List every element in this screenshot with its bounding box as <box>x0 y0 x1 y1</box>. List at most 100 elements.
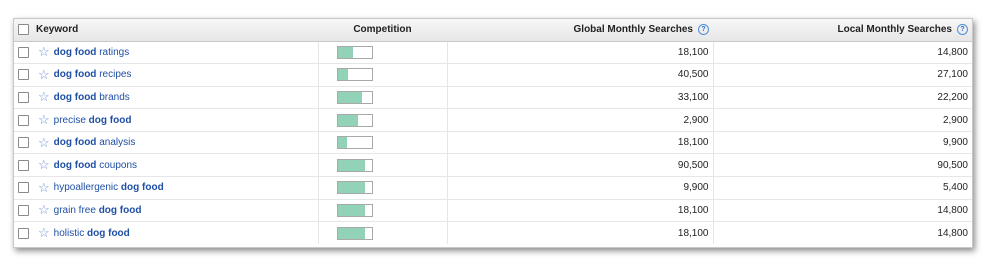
keyword-column-header[interactable]: Keyword <box>32 19 318 42</box>
table-header-row: Keyword Competition Global Monthly Searc… <box>14 19 972 42</box>
keyword-cell: ☆ hypoallergenic dog food <box>32 176 318 200</box>
row-checkbox[interactable] <box>17 137 29 149</box>
local-searches-value: 27,100 <box>713 63 972 87</box>
competition-bar <box>336 226 373 240</box>
keyword-link[interactable]: precise dog food <box>54 115 132 126</box>
competition-bar <box>336 45 373 59</box>
table-row: ☆ holistic dog food 18,100 14,800 <box>14 221 972 245</box>
keyword-link[interactable]: dog food coupons <box>54 160 137 171</box>
competition-cell <box>317 153 448 178</box>
table-row: ☆ dog food coupons 90,500 90,500 <box>14 153 972 178</box>
competition-bar-fill <box>337 137 347 149</box>
local-searches-value: 14,800 <box>937 227 968 239</box>
keyword-link[interactable]: hypoallergenic dog food <box>54 182 164 193</box>
global-searches-value: 33,100 <box>447 86 714 110</box>
keyword-link[interactable]: dog food brands <box>54 92 130 103</box>
keyword-highlight: dog food <box>53 69 97 81</box>
keyword-header-label: Keyword <box>36 24 79 36</box>
competition-column-header[interactable]: Competition <box>318 19 447 42</box>
keyword-text: hypoallergenic <box>53 182 121 194</box>
keyword-link[interactable]: dog food ratings <box>54 47 130 58</box>
row-checkbox[interactable] <box>17 182 29 194</box>
row-checkbox[interactable] <box>17 204 29 216</box>
local-searches-value: 22,200 <box>713 86 972 110</box>
competition-bar-fill <box>337 114 358 126</box>
keyword-text: analysis <box>96 137 136 149</box>
star-icon[interactable]: ☆ <box>38 203 50 216</box>
keyword-link[interactable]: holistic dog food <box>54 228 130 239</box>
row-checkbox[interactable] <box>17 69 29 81</box>
keyword-link[interactable]: dog food recipes <box>54 69 132 80</box>
global-searches-value: 18,100 <box>447 131 714 155</box>
select-all-cell <box>14 19 32 42</box>
competition-bar <box>336 68 373 82</box>
table-row: ☆ dog food analysis 18,100 9,900 <box>14 131 972 155</box>
competition-cell <box>317 108 448 132</box>
competition-bar-fill <box>337 182 366 194</box>
keyword-cell: ☆ holistic dog food <box>32 222 318 245</box>
row-checkbox-cell <box>14 41 32 65</box>
row-checkbox[interactable] <box>17 91 29 103</box>
keyword-cell: ☆ dog food recipes <box>32 63 318 87</box>
row-checkbox[interactable] <box>17 114 29 126</box>
keyword-highlight: dog food <box>120 182 164 194</box>
global-searches-value: 18,100 <box>447 221 714 245</box>
star-icon[interactable]: ☆ <box>38 158 50 171</box>
row-checkbox-cell <box>14 63 32 87</box>
select-all-checkbox[interactable] <box>17 24 29 36</box>
star-icon[interactable]: ☆ <box>38 68 50 81</box>
global-searches-value: 2,900 <box>447 108 714 132</box>
row-checkbox-cell <box>14 176 32 200</box>
row-checkbox-cell <box>14 131 32 155</box>
row-checkbox-cell <box>14 222 32 245</box>
help-icon[interactable]: ? <box>957 24 968 36</box>
local-searches-column-header[interactable]: Local Monthly Searches? <box>713 19 972 42</box>
global-header-label: Global Monthly Searches <box>573 24 693 36</box>
keyword-highlight: dog food <box>88 114 132 126</box>
global-searches-column-header[interactable]: Global Monthly Searches? <box>447 19 713 42</box>
star-icon[interactable]: ☆ <box>38 226 50 239</box>
row-checkbox-cell <box>14 153 32 178</box>
keyword-results-panel: Keyword Competition Global Monthly Searc… <box>13 18 973 248</box>
competition-cell <box>317 176 448 200</box>
competition-bar-fill <box>337 46 353 58</box>
row-checkbox[interactable] <box>17 159 29 171</box>
competition-bar <box>336 136 373 150</box>
competition-bar-fill <box>337 91 362 103</box>
keyword-cell: ☆ dog food ratings <box>32 41 318 65</box>
competition-bar <box>336 113 373 127</box>
row-checkbox-cell <box>14 86 32 110</box>
table-row: ☆ precise dog food 2,900 2,900 <box>14 108 972 132</box>
help-icon[interactable]: ? <box>698 24 709 36</box>
keyword-highlight: dog food <box>53 159 97 171</box>
competition-bar-fill <box>337 159 365 171</box>
star-icon[interactable]: ☆ <box>38 113 50 126</box>
local-searches-value: 5,400 <box>713 176 972 200</box>
star-icon[interactable]: ☆ <box>38 136 50 149</box>
keyword-link[interactable]: dog food analysis <box>54 137 136 148</box>
competition-cell <box>317 41 448 65</box>
competition-bar <box>336 158 373 172</box>
row-checkbox[interactable] <box>17 227 29 239</box>
row-checkbox[interactable] <box>17 46 29 58</box>
local-header-label: Local Monthly Searches <box>837 24 952 36</box>
row-checkbox-cell <box>14 199 32 223</box>
competition-bar <box>336 90 373 104</box>
star-icon[interactable]: ☆ <box>38 181 50 194</box>
table-row: ☆ dog food brands 33,100 22,200 <box>14 86 972 110</box>
star-icon[interactable]: ☆ <box>38 90 50 103</box>
keyword-cell: ☆ grain free dog food <box>32 199 318 223</box>
table-row: ☆ hypoallergenic dog food 9,900 5,400 <box>14 176 972 200</box>
keyword-highlight: dog food <box>98 204 142 216</box>
competition-cell <box>317 131 448 155</box>
local-searches-value: 2,900 <box>713 108 972 132</box>
star-icon[interactable]: ☆ <box>38 45 50 58</box>
local-searches-value: 14,800 <box>713 199 972 223</box>
keyword-link[interactable]: grain free dog food <box>54 205 142 216</box>
keyword-highlight: dog food <box>53 137 97 149</box>
keyword-cell: ☆ dog food brands <box>32 86 318 110</box>
competition-cell <box>317 63 448 87</box>
competition-bar-fill <box>337 227 365 239</box>
competition-cell <box>317 221 448 245</box>
keyword-text: brands <box>96 91 130 103</box>
